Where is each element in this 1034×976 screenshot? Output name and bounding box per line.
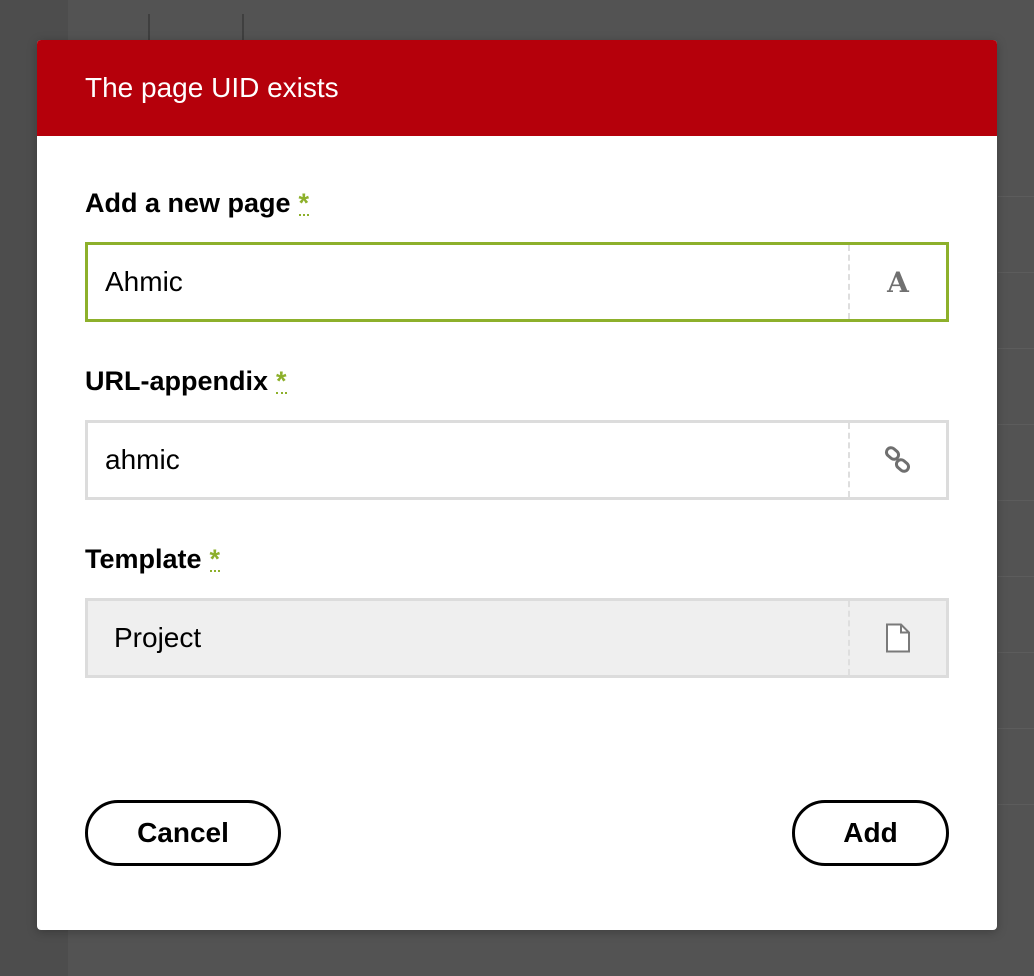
required-mark: * xyxy=(209,544,221,574)
url-appendix-label: URL-appendix xyxy=(85,366,269,396)
template-label: Template xyxy=(85,544,202,574)
field-template: Template * Project xyxy=(85,544,949,678)
required-mark: * xyxy=(276,366,287,396)
page-title-value[interactable]: Ahmic xyxy=(88,245,848,319)
field-url-appendix: URL-appendix * ahmic xyxy=(85,366,949,500)
template-select[interactable]: Project xyxy=(85,598,949,678)
field-page-title: Add a new page * Ahmic A xyxy=(85,188,949,322)
link-icon-graphic xyxy=(884,446,911,473)
dialog-actions: Cancel Add xyxy=(85,800,949,866)
add-page-dialog: The page UID exists Add a new page * Ahm… xyxy=(37,40,997,930)
cancel-button[interactable]: Cancel xyxy=(85,800,281,866)
dialog-body: Add a new page * Ahmic A URL-appendix * … xyxy=(37,136,997,678)
title-icon-glyph: A xyxy=(887,265,909,299)
required-mark: * xyxy=(298,188,310,218)
file-icon-graphic xyxy=(886,623,910,653)
page-title-label: Add a new page xyxy=(85,188,291,218)
add-button[interactable]: Add xyxy=(792,800,949,866)
field-label: Template * xyxy=(85,544,949,578)
file-icon xyxy=(848,601,946,675)
page-title-input[interactable]: Ahmic A xyxy=(85,242,949,322)
field-label: Add a new page * xyxy=(85,188,949,222)
title-icon: A xyxy=(848,245,946,319)
field-label: URL-appendix * xyxy=(85,366,949,400)
link-icon xyxy=(848,423,946,497)
modal-overlay[interactable]: The page UID exists Add a new page * Ahm… xyxy=(0,0,1034,976)
dialog-header: The page UID exists xyxy=(37,40,997,136)
url-appendix-input[interactable]: ahmic xyxy=(85,420,949,500)
template-value[interactable]: Project xyxy=(88,601,848,675)
dialog-title: The page UID exists xyxy=(85,72,339,103)
url-appendix-value[interactable]: ahmic xyxy=(88,423,848,497)
